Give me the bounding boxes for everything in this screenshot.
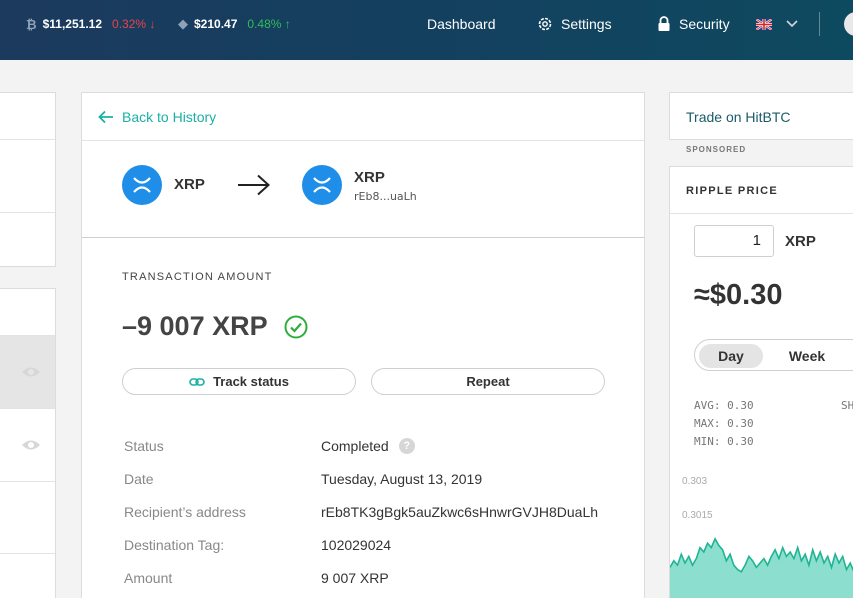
transaction-amount-value: –9 007 XRP	[122, 311, 268, 341]
xrp-to-icon	[302, 165, 342, 205]
period-week-button[interactable]: Week	[775, 344, 839, 368]
nav-dashboard[interactable]: Dashboard	[427, 0, 496, 48]
nav-divider	[819, 12, 820, 36]
nav-security-label: Security	[679, 16, 730, 32]
detail-key-recipient: Recipient’s address	[124, 504, 246, 520]
nav-settings-label: Settings	[561, 16, 612, 32]
stat-avg: AVG: 0.30	[694, 399, 754, 412]
back-to-history-label: Back to History	[122, 109, 217, 125]
track-status-label: Track status	[213, 374, 289, 389]
eye-icon[interactable]	[21, 366, 41, 378]
divider	[82, 237, 644, 238]
bitcoin-icon: ₿	[26, 16, 37, 32]
left-list-item[interactable]	[0, 553, 55, 554]
divider	[670, 213, 853, 214]
transaction-details-card: Back to History XRP XRP rEb8...uaLh TRAN…	[81, 92, 645, 598]
period-toggle: Day Week	[694, 339, 853, 371]
left-list-item[interactable]	[0, 408, 55, 481]
link-icon	[189, 377, 205, 386]
nav-security[interactable]: Security	[657, 0, 730, 48]
lock-icon	[658, 16, 670, 31]
detail-key-destination-tag: Destination Tag:	[124, 537, 225, 553]
detail-value-recipient[interactable]: rEb8TK3gBgk5auZkwc6sHnwrGVJH8DuaLh	[321, 504, 598, 520]
top-bar: ₿ $11,251.12 0.32% ↓ ◆ $210.47 0.48% ↑ D…	[0, 0, 853, 60]
quantity-input[interactable]: 1	[694, 225, 774, 257]
to-coin-name: XRP	[354, 169, 385, 186]
transaction-amount: –9 007 XRP	[122, 311, 308, 342]
left-panel-bottom	[0, 288, 56, 598]
btc-price: $11,251.12	[42, 17, 103, 31]
btc-change: 0.32% ↓	[112, 17, 156, 31]
sponsored-label: SPONSORED	[686, 145, 747, 154]
left-panel-row[interactable]	[0, 212, 55, 213]
detail-value-amount: 9 007 XRP	[321, 570, 389, 586]
price-chart[interactable]	[670, 497, 853, 598]
arrow-right-icon	[238, 174, 270, 196]
detail-value-date: Tuesday, August 13, 2019	[321, 471, 483, 487]
chart-area	[670, 538, 853, 598]
period-day-button[interactable]: Day	[699, 344, 763, 368]
stat-min: MIN: 0.30	[694, 435, 754, 448]
detail-value-destination-tag: 102029024	[321, 537, 392, 553]
stat-max: MAX: 0.30	[694, 417, 754, 430]
trade-on-hitbtc-label: Trade on HitBTC	[686, 109, 791, 125]
stat-partial: SH	[841, 399, 853, 412]
nav-settings[interactable]: Settings	[537, 0, 612, 48]
repeat-button[interactable]: Repeat	[371, 368, 605, 395]
status-value: Completed	[321, 438, 389, 454]
transaction-amount-label: TRANSACTION AMOUNT	[122, 271, 273, 283]
ethereum-icon: ◆	[178, 16, 188, 31]
trade-on-hitbtc-card[interactable]: Trade on HitBTC	[669, 92, 853, 140]
avatar[interactable]	[844, 12, 853, 36]
detail-key-date: Date	[124, 471, 154, 487]
ripple-price-title: RIPPLE PRICE	[686, 185, 779, 197]
eth-price: $210.47	[194, 17, 238, 31]
left-list-item[interactable]	[0, 481, 55, 482]
xrp-from-icon	[122, 165, 162, 205]
to-address-short: rEb8...uaLh	[354, 190, 417, 203]
detail-key-amount: Amount	[124, 570, 173, 586]
converted-price: ≈$0.30	[694, 279, 783, 311]
y-tick-label: 0.303	[682, 476, 708, 487]
left-panel-top	[0, 92, 56, 267]
btc-ticker[interactable]: ₿ $11,251.12 0.32% ↓	[26, 0, 155, 48]
quantity-unit: XRP	[785, 233, 816, 250]
chevron-down-icon	[786, 20, 798, 28]
eth-change: 0.48% ↑	[247, 17, 291, 31]
language-selector[interactable]	[756, 0, 806, 48]
back-to-history-link[interactable]: Back to History	[98, 109, 216, 125]
from-coin-name: XRP	[174, 176, 205, 193]
divider	[82, 140, 644, 141]
help-icon[interactable]: ?	[398, 438, 415, 454]
left-list-item-selected[interactable]	[0, 335, 55, 408]
arrow-left-icon	[98, 110, 113, 124]
gear-icon	[538, 17, 552, 31]
detail-value-status: Completed ?	[321, 438, 415, 454]
ripple-price-card: RIPPLE PRICE 1 XRP ≈$0.30 Day Week AVG: …	[669, 166, 853, 598]
eye-icon[interactable]	[21, 439, 41, 451]
track-status-button[interactable]: Track status	[122, 368, 356, 395]
check-circle-icon	[284, 315, 308, 338]
repeat-label: Repeat	[466, 374, 510, 389]
uk-flag-icon	[756, 18, 772, 30]
left-panel-row[interactable]	[0, 139, 55, 140]
detail-key-status: Status	[124, 438, 164, 454]
eth-ticker[interactable]: ◆ $210.47 0.48% ↑	[178, 0, 291, 48]
nav-dashboard-label: Dashboard	[427, 16, 496, 32]
